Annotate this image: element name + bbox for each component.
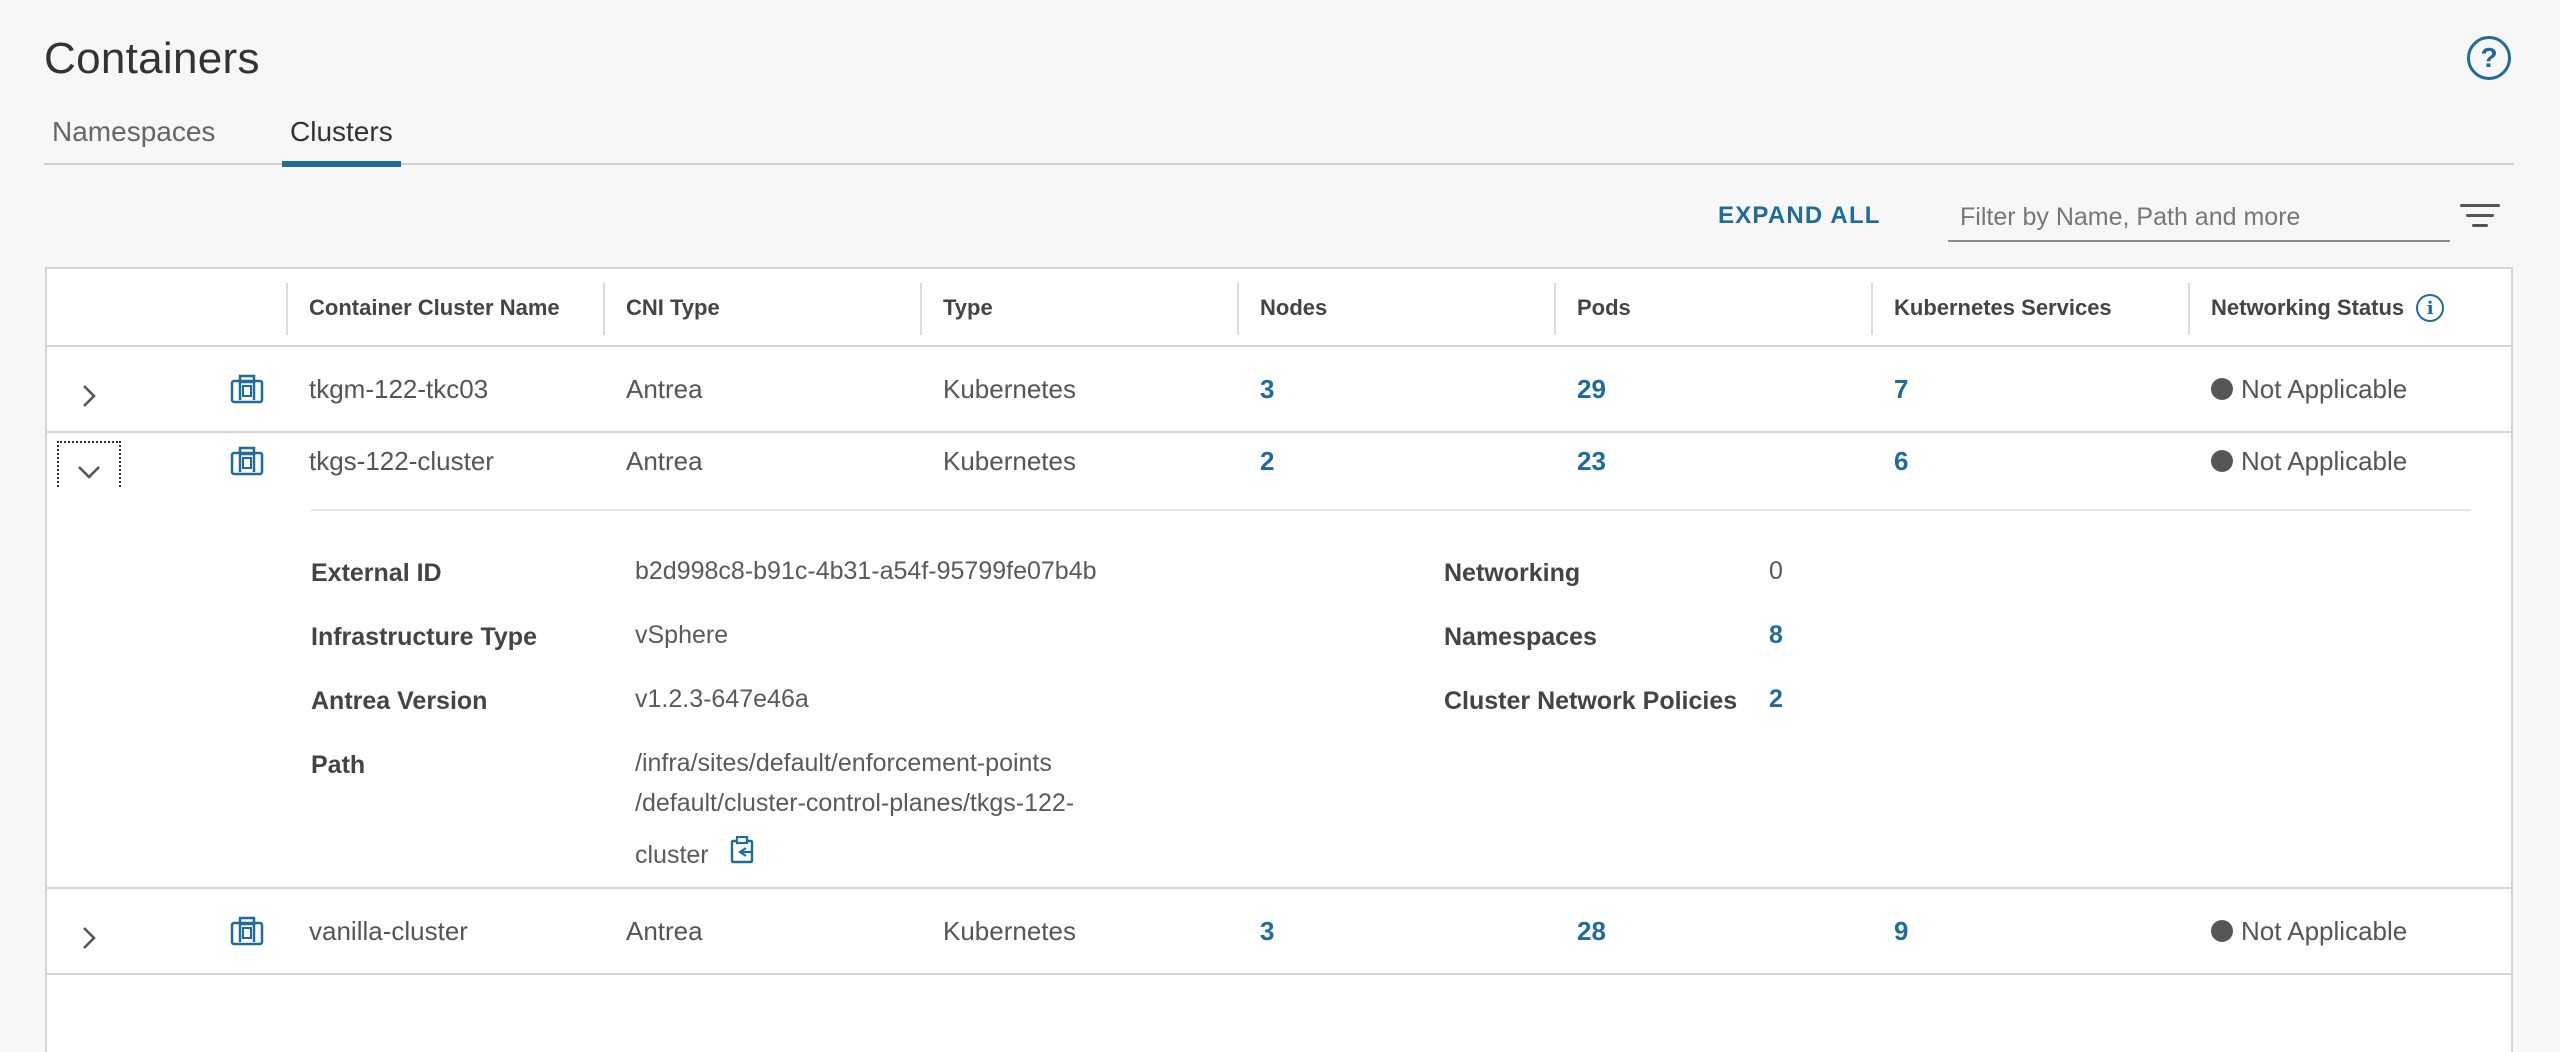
cluster-name: vanilla-cluster — [309, 915, 468, 946]
path-line-2: /default/cluster-control-planes/tkgs-122… — [635, 789, 1075, 817]
path-label: Path — [311, 751, 366, 779]
networking-label: Networking — [1444, 559, 1581, 587]
filter-field — [1948, 194, 2450, 242]
clusters-datagrid: Container Cluster Name CNI Type Type Nod… — [45, 267, 2513, 1052]
column-header-pods[interactable]: Pods — [1555, 269, 1871, 347]
table-row: tkgs-122-cluster Antrea Kubernetes 2 23 … — [47, 433, 2511, 503]
cluster-type: Kubernetes — [943, 915, 1076, 946]
antrea-version-value: v1.2.3-647e46a — [635, 685, 809, 713]
status-dot-icon — [2211, 450, 2233, 472]
external-id-value: b2d998c8-b91c-4b31-a54f-95799fe07b4b — [635, 557, 1097, 585]
column-header-status-label: Networking Status — [2211, 295, 2405, 320]
status-label: Not Applicable — [2241, 915, 2408, 946]
page-title: Containers — [44, 34, 260, 83]
networking-value: 0 — [1769, 557, 1783, 585]
filter-input[interactable] — [1948, 194, 2450, 240]
cni-type: Antrea — [626, 915, 703, 946]
infrastructure-type-label: Infrastructure Type — [311, 623, 537, 651]
status-label: Not Applicable — [2241, 445, 2408, 476]
expand-row-button[interactable] — [57, 365, 121, 427]
networking-status: Not Applicable — [2189, 889, 2407, 973]
containers-page: Containers ? Namespaces Clusters EXPAND … — [0, 0, 2560, 1052]
info-icon[interactable]: i — [2416, 294, 2445, 322]
antrea-version-label: Antrea Version — [311, 687, 488, 715]
cluster-icon — [227, 889, 267, 973]
column-header-type[interactable]: Type — [921, 269, 1237, 347]
expand-row-button[interactable] — [57, 907, 121, 969]
cluster-network-policies-label: Cluster Network Policies — [1444, 687, 1738, 715]
nodes-link[interactable]: 3 — [1238, 889, 1274, 973]
column-header-cni[interactable]: CNI Type — [604, 269, 920, 347]
cluster-network-policies-link[interactable]: 2 — [1769, 679, 1783, 719]
expand-all-button[interactable]: EXPAND ALL — [1718, 202, 1881, 230]
pods-link[interactable]: 28 — [1555, 889, 1606, 973]
help-icon[interactable]: ? — [2467, 36, 2511, 80]
column-header-services[interactable]: Kubernetes Services — [1872, 269, 2188, 347]
table-row: vanilla-cluster Antrea Kubernetes 3 28 9… — [47, 889, 2511, 975]
row-detail-panel: External ID b2d998c8-b91c-4b31-a54f-9579… — [47, 489, 2511, 889]
namespaces-label: Namespaces — [1444, 623, 1597, 651]
filter-icon[interactable] — [2460, 204, 2500, 228]
status-dot-icon — [2211, 378, 2233, 400]
chevron-down-icon — [78, 466, 100, 479]
infrastructure-type-value: vSphere — [635, 621, 729, 649]
grid-header: Container Cluster Name CNI Type Type Nod… — [47, 269, 2511, 347]
tab-namespaces[interactable]: Namespaces — [52, 110, 215, 165]
chevron-right-icon — [83, 385, 96, 407]
column-header-name[interactable]: Container Cluster Name — [287, 269, 603, 347]
copy-icon[interactable] — [730, 836, 756, 876]
path-line-3-text: cluster — [635, 841, 709, 869]
status-label: Not Applicable — [2241, 373, 2408, 404]
external-id-label: External ID — [311, 559, 442, 587]
tab-clusters[interactable]: Clusters — [282, 110, 401, 167]
chevron-right-icon — [83, 927, 96, 949]
namespaces-link[interactable]: 8 — [1769, 615, 1783, 655]
services-link[interactable]: 9 — [1872, 889, 1908, 973]
status-dot-icon — [2211, 920, 2233, 942]
column-header-nodes[interactable]: Nodes — [1238, 269, 1554, 347]
column-header-status[interactable]: Networking Status i — [2189, 269, 2509, 347]
tab-bar: Namespaces Clusters — [44, 110, 2514, 167]
path-line-1: /infra/sites/default/enforcement-points — [635, 749, 1052, 777]
path-line-3: cluster — [635, 835, 756, 876]
